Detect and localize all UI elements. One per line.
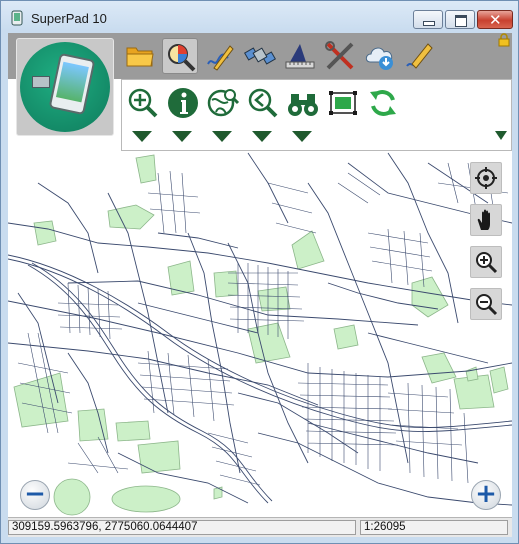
folder-icon — [126, 47, 154, 67]
zoom-out-round-button[interactable]: − — [20, 480, 50, 510]
pan-button[interactable] — [470, 204, 502, 236]
minimize-button[interactable] — [413, 10, 443, 29]
more-tools-dropdown-arrow[interactable] — [495, 131, 507, 140]
sub-toolbar — [121, 79, 512, 151]
close-icon: ✕ — [489, 11, 502, 29]
app-window: SuperPad 10 ✕ − + 309159.5963796, 277506… — [0, 0, 519, 544]
toolbar-sketch-button[interactable] — [402, 38, 438, 74]
pan-hand-icon — [477, 209, 490, 230]
map-zoom-out-button[interactable] — [470, 288, 502, 320]
scale-readout: 1:26095 — [360, 520, 508, 535]
info-icon — [168, 88, 198, 118]
toolbar-survey-button[interactable] — [282, 38, 318, 74]
toolbar-gps-button[interactable] — [242, 38, 278, 74]
refresh-tool-button[interactable] — [366, 86, 400, 120]
pencil-sketch-icon — [406, 43, 433, 69]
zoom-back-icon — [248, 88, 278, 118]
minimize-icon — [423, 21, 435, 26]
zoom-out-icon — [476, 294, 498, 316]
maximize-button[interactable] — [445, 10, 475, 29]
zoom-back-tool-button[interactable] — [246, 86, 280, 120]
toolbar-tools-button[interactable] — [322, 38, 358, 74]
info-dropdown-arrow[interactable] — [172, 131, 192, 142]
lock-icon[interactable] — [498, 33, 510, 47]
select-rectangle-icon — [329, 91, 357, 115]
window-title: SuperPad 10 — [31, 11, 107, 26]
toolbar-cloud-button[interactable] — [362, 38, 398, 74]
select-rectangle-tool-button[interactable] — [326, 86, 360, 120]
status-bar: 309159.5963796, 2775060.0644407 1:26095 — [8, 517, 512, 537]
binoculars-icon — [288, 94, 318, 116]
map-zoom-in-button[interactable] — [470, 246, 502, 278]
locate-icon — [475, 167, 497, 189]
app-icon — [11, 10, 23, 26]
app-logo-button[interactable] — [16, 38, 114, 136]
coordinates-readout: 309159.5963796, 2775060.0644407 — [8, 520, 356, 535]
superpad-logo — [20, 42, 110, 132]
info-tool-button[interactable] — [166, 86, 200, 120]
client-area: − + 309159.5963796, 2775060.0644407 1:26… — [8, 33, 512, 537]
globe-search-tool-button[interactable] — [206, 86, 240, 120]
zoom-in-round-button[interactable]: + — [471, 480, 501, 510]
toolbar-open-button[interactable] — [122, 38, 158, 74]
gps-satellite-icon — [244, 47, 276, 65]
toolbar-query-button[interactable] — [162, 38, 198, 74]
cloud-download-icon — [365, 47, 393, 70]
maximize-icon — [455, 15, 467, 27]
map-query-icon — [168, 44, 196, 72]
zoom-in-icon — [476, 252, 498, 274]
draw-edit-icon — [207, 45, 234, 71]
close-button[interactable]: ✕ — [477, 10, 513, 29]
refresh-icon — [370, 90, 396, 116]
survey-measure-icon — [285, 44, 315, 69]
zoom-in-icon — [128, 88, 158, 118]
tools-settings-icon — [325, 41, 354, 70]
binoculars-dropdown-arrow[interactable] — [292, 131, 312, 142]
globe-search-icon — [207, 89, 240, 117]
zoom-dropdown-arrow[interactable] — [132, 131, 152, 142]
parks-layer — [13, 154, 509, 516]
globe-dropdown-arrow[interactable] — [212, 131, 232, 142]
zoom-back-dropdown-arrow[interactable] — [252, 131, 272, 142]
zoom-in-tool-button[interactable] — [126, 86, 160, 120]
binoculars-tool-button[interactable] — [286, 86, 320, 120]
title-bar[interactable]: SuperPad 10 ✕ — [1, 1, 518, 33]
toolbar-draw-button[interactable] — [202, 38, 238, 74]
locate-button[interactable] — [470, 162, 502, 194]
